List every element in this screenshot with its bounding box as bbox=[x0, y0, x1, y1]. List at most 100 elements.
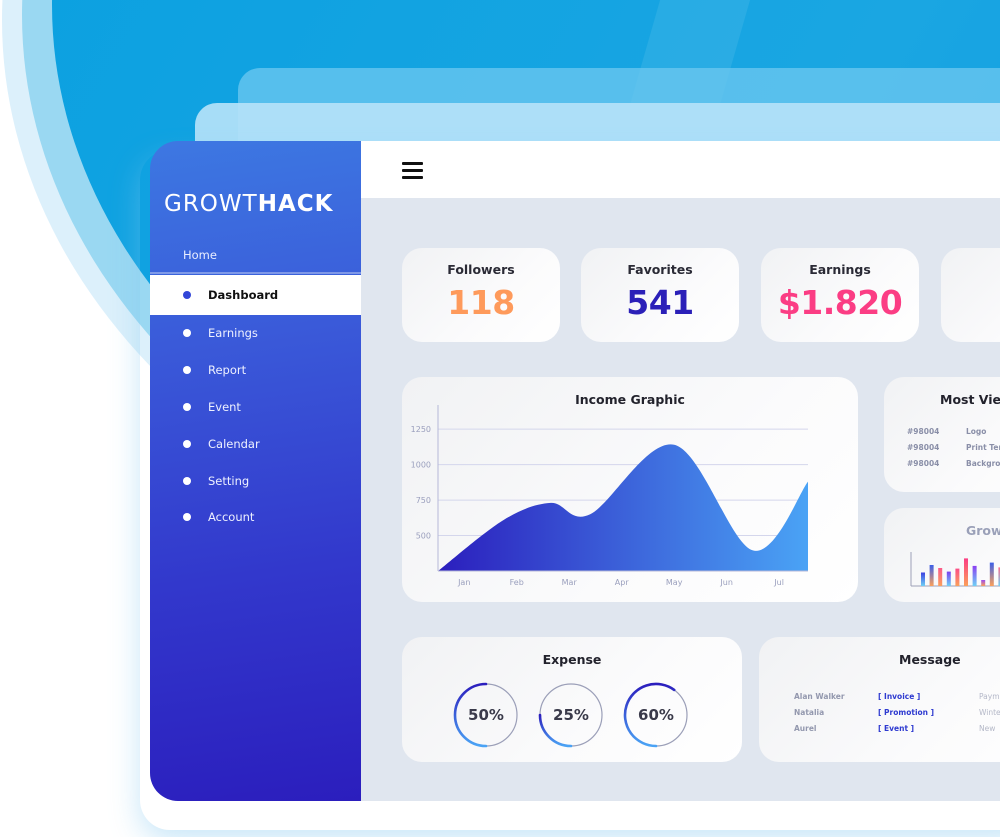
bullet-icon bbox=[183, 366, 191, 375]
sidebar-home-link[interactable]: Home bbox=[183, 248, 217, 262]
message-title: Message bbox=[899, 652, 961, 667]
stat-title: Earnings bbox=[809, 262, 871, 277]
sidebar-divider bbox=[150, 272, 361, 274]
message-card: Message Alan Walker [ Invoice ] Paym Natal… bbox=[759, 637, 1000, 762]
sidebar-item-report[interactable]: Report bbox=[150, 352, 361, 389]
sidebar-item-label: Setting bbox=[208, 473, 250, 488]
message-row[interactable]: Alan Walker [ Invoice ] Paym bbox=[794, 692, 1000, 701]
growth-card: Grow bbox=[884, 508, 1000, 602]
growth-bar bbox=[946, 571, 951, 586]
stat-card-favorites[interactable]: Favorites 541 bbox=[581, 248, 739, 342]
x-tick-label: May bbox=[666, 578, 683, 587]
expense-percent: 25% bbox=[553, 706, 589, 724]
message-preview: Winte bbox=[979, 708, 1000, 717]
bullet-icon bbox=[183, 291, 191, 299]
most-view-row[interactable]: #98004 Backgro bbox=[907, 459, 1000, 468]
brand-logo[interactable]: GROWTHACK bbox=[164, 191, 333, 217]
expense-card: Expense 50% 25% 60% bbox=[402, 637, 742, 762]
stat-card-followers[interactable]: Followers 118 bbox=[402, 248, 560, 342]
message-sender: Natalia bbox=[794, 708, 825, 717]
growth-bar bbox=[964, 558, 968, 586]
hamburger-line bbox=[402, 162, 423, 165]
bullet-icon bbox=[183, 329, 191, 338]
stat-title: Followers bbox=[447, 262, 515, 277]
item-code: #98004 bbox=[907, 459, 940, 468]
sidebar-item-label: Account bbox=[208, 510, 255, 525]
stat-value: 541 bbox=[626, 283, 694, 322]
growth-bar bbox=[981, 580, 986, 586]
hamburger-line bbox=[402, 176, 423, 179]
sidebar-item-calendar[interactable]: Calendar bbox=[150, 425, 361, 462]
y-tick-label: 1250 bbox=[411, 425, 431, 434]
income-chart: 500 750 1000 1250 Jan Feb Mar Apr May Jun Jul bbox=[411, 405, 808, 587]
top-bar bbox=[361, 141, 1000, 198]
stat-card-earnings[interactable]: Earnings $1.820 bbox=[761, 248, 919, 342]
logo-bold-text: HACK bbox=[257, 191, 334, 217]
message-tag[interactable]: [ Promotion ] bbox=[878, 708, 979, 717]
sidebar-item-label: Event bbox=[208, 399, 241, 414]
y-tick-label: 500 bbox=[416, 532, 431, 541]
growth-bar bbox=[921, 572, 925, 586]
expense-rings bbox=[453, 682, 688, 748]
stat-value: $ bbox=[941, 283, 1000, 322]
sidebar-item-earnings[interactable]: Earnings bbox=[150, 315, 361, 352]
x-tick-label: Jun bbox=[719, 578, 733, 587]
growth-bar bbox=[955, 568, 960, 586]
sidebar-item-account[interactable]: Account bbox=[150, 499, 361, 536]
message-sender: Aurel bbox=[794, 724, 817, 733]
most-view-card: Most View #98004 Logo #98004 Print Tem #98… bbox=[884, 377, 1000, 492]
item-code: #98004 bbox=[907, 427, 940, 436]
dashboard-window: GROWTHACK Home Dashboard Earnings Report bbox=[150, 141, 1000, 801]
message-preview: Paym bbox=[979, 692, 1000, 701]
x-tick-label: Feb bbox=[510, 578, 524, 587]
item-code: #98004 bbox=[907, 443, 940, 452]
income-graphic-card: Income Graphic 500 750 1000 1250 Jan Feb… bbox=[402, 377, 858, 602]
sidebar-item-dashboard[interactable]: Dashboard bbox=[150, 275, 361, 315]
message-tag[interactable]: [ Event ] bbox=[878, 724, 979, 733]
bullet-icon bbox=[183, 402, 191, 411]
hamburger-line bbox=[402, 169, 423, 172]
stat-title: Favorites bbox=[627, 262, 693, 277]
growth-bar bbox=[972, 565, 977, 586]
stage: GROWTHACK Home Dashboard Earnings Report bbox=[0, 0, 1000, 837]
most-view-title: Most View bbox=[940, 392, 1000, 407]
logo-light-text: GROWT bbox=[164, 191, 258, 217]
most-view-row[interactable]: #98004 Print Tem bbox=[907, 443, 1000, 452]
sidebar-item-label: Report bbox=[208, 363, 247, 378]
stat-value: 118 bbox=[447, 283, 515, 322]
expense-percent: 60% bbox=[638, 706, 674, 724]
sidebar-item-label: Earnings bbox=[208, 326, 258, 341]
item-name: Print Tem bbox=[966, 443, 1000, 452]
sidebar-item-label: Calendar bbox=[208, 436, 260, 451]
item-name: Backgro bbox=[966, 459, 1000, 468]
x-tick-label: Mar bbox=[562, 578, 578, 587]
sidebar-item-label: Dashboard bbox=[208, 288, 279, 302]
stat-card-partial[interactable]: W $ bbox=[941, 248, 1000, 342]
growth-bar bbox=[938, 568, 943, 586]
sidebar: GROWTHACK Home Dashboard Earnings Report bbox=[150, 141, 361, 801]
y-tick-label: 1000 bbox=[411, 461, 431, 470]
x-tick-label: Apr bbox=[615, 578, 630, 587]
sidebar-item-event[interactable]: Event bbox=[150, 389, 361, 426]
income-area bbox=[438, 444, 808, 571]
sidebar-item-setting[interactable]: Setting bbox=[150, 462, 361, 499]
bullet-icon bbox=[183, 513, 191, 522]
hamburger-menu-icon[interactable] bbox=[402, 162, 423, 179]
most-view-row[interactable]: #98004 Logo bbox=[907, 427, 986, 436]
message-preview: New bbox=[979, 724, 996, 733]
sidebar-nav-list: Earnings Report Event Calendar Setting A… bbox=[150, 315, 361, 536]
growth-bar-chart bbox=[910, 552, 1000, 587]
bullet-icon bbox=[183, 476, 191, 485]
message-row[interactable]: Natalia [ Promotion ] Winte bbox=[794, 708, 1000, 717]
main-content: Followers 118 Favorites 541 Earnings $1.… bbox=[361, 141, 1000, 801]
stat-value: $1.820 bbox=[777, 283, 903, 322]
x-tick-label: Jan bbox=[457, 578, 470, 587]
growth-bar bbox=[929, 565, 934, 586]
y-tick-label: 750 bbox=[416, 496, 431, 505]
x-tick-label: Jul bbox=[773, 578, 784, 587]
item-name: Logo bbox=[966, 427, 987, 436]
message-row[interactable]: Aurel [ Event ] New bbox=[794, 724, 995, 733]
stat-title: W bbox=[941, 262, 1000, 277]
bullet-icon bbox=[183, 439, 191, 448]
message-tag[interactable]: [ Invoice ] bbox=[878, 692, 979, 701]
